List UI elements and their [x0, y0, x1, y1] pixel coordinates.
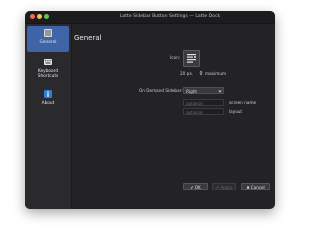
apply-label: Apply [220, 185, 232, 190]
on-demand-sidebar-label: On Demand Sidebar: [139, 88, 183, 93]
general-settings-icon [44, 29, 52, 37]
layout-placeholder: optional [186, 109, 203, 115]
window-title: Latte Sidebar Button Settings — Latte Do… [119, 14, 221, 19]
sidebar: General Keyboard Shortcuts About [25, 24, 72, 209]
sidebar-item-about[interactable]: About [27, 87, 69, 113]
maximum-label: maximum [205, 71, 227, 76]
checkmark-icon: ✔ [190, 185, 194, 190]
ok-button[interactable]: ✔OK [183, 183, 208, 190]
page-title: General [74, 34, 102, 42]
screen-name-label: screen name [229, 100, 257, 105]
keyboard-icon [44, 59, 52, 65]
screen-name-field[interactable]: optional [183, 99, 224, 106]
cancel-button[interactable]: ✖Cancel [241, 183, 270, 190]
on-demand-sidebar-value: Right [186, 88, 198, 94]
sidebar-item-label: General [39, 40, 57, 45]
settings-window: Latte Sidebar Button Settings — Latte Do… [25, 11, 275, 209]
checkmark-icon: ✔ [216, 185, 220, 190]
minimize-window-button[interactable] [37, 14, 42, 19]
close-window-button[interactable] [30, 14, 35, 19]
sidebar-item-label: About [41, 101, 55, 106]
sidebar-item-label: Shortcuts [37, 74, 59, 79]
apply-button[interactable]: ✔Apply [212, 183, 236, 190]
spin-arrows-icon[interactable] [199, 70, 203, 76]
chevron-down-icon [218, 90, 222, 93]
layout-field[interactable]: optional [183, 108, 224, 115]
ok-label: OK [194, 185, 201, 190]
sidebar-item-general[interactable]: General [27, 26, 69, 52]
screen-name-placeholder: optional [186, 100, 203, 106]
sidebar-icon [187, 54, 196, 63]
icon-size-value[interactable]: 20 px. [180, 71, 193, 76]
layout-label: layout [229, 109, 243, 114]
cancel-label: Cancel [250, 185, 265, 190]
icon-picker-button[interactable] [183, 50, 200, 67]
cancel-icon: ✖ [246, 185, 250, 190]
main-panel: General Icon: 20 px. maximum On Demand S… [72, 24, 275, 209]
on-demand-sidebar-select[interactable]: Right [183, 87, 224, 94]
info-icon [44, 90, 52, 98]
title-bar[interactable]: Latte Sidebar Button Settings — Latte Do… [25, 11, 275, 24]
maximize-window-button[interactable] [44, 14, 49, 19]
sidebar-item-keyboard-shortcuts[interactable]: Keyboard Shortcuts [27, 55, 69, 85]
icon-label: Icon: [170, 55, 181, 60]
